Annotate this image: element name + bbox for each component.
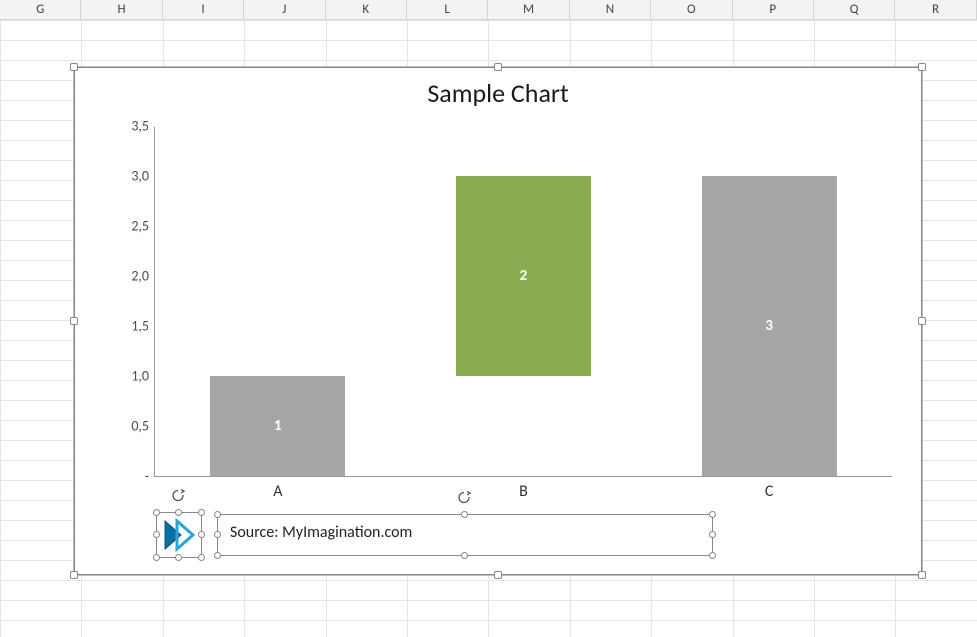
- rotate-handle[interactable]: [458, 491, 472, 505]
- y-tick-label: -: [145, 468, 149, 485]
- resize-handle-tr[interactable]: [918, 63, 926, 71]
- resize-handle[interactable]: [198, 531, 205, 538]
- resize-handle[interactable]: [214, 531, 221, 538]
- resize-handle[interactable]: [709, 531, 716, 538]
- data-label: 2: [520, 267, 528, 285]
- column-header[interactable]: K: [326, 0, 407, 19]
- resize-handle-tm[interactable]: [494, 63, 502, 71]
- x-category-label: C: [765, 482, 774, 501]
- logo-shape[interactable]: [159, 515, 199, 555]
- y-tick-label: 0,5: [131, 418, 149, 435]
- chart-object[interactable]: Sample Chart -0,51,01,52,02,53,03,51A2B3…: [73, 66, 923, 576]
- resize-handle[interactable]: [198, 509, 205, 516]
- x-category-label: A: [273, 482, 282, 501]
- y-tick-label: 1,0: [131, 368, 149, 385]
- resize-handle[interactable]: [175, 554, 182, 561]
- rotate-handle[interactable]: [172, 489, 186, 503]
- column-header[interactable]: R: [895, 0, 976, 19]
- resize-handle-bl[interactable]: [70, 571, 78, 579]
- column-header[interactable]: J: [244, 0, 325, 19]
- column-header[interactable]: O: [651, 0, 732, 19]
- column-header[interactable]: P: [733, 0, 814, 19]
- column-header[interactable]: M: [488, 0, 569, 19]
- resize-handle-br[interactable]: [918, 571, 926, 579]
- column-header[interactable]: Q: [814, 0, 895, 19]
- resize-handle[interactable]: [214, 552, 221, 559]
- chart-bar[interactable]: 3: [702, 176, 837, 476]
- resize-handle[interactable]: [153, 531, 160, 538]
- x-category-label: B: [519, 482, 528, 501]
- resize-handle[interactable]: [214, 511, 221, 518]
- chart-plot-area[interactable]: -0,51,01,52,02,53,03,51A2B3C: [154, 127, 892, 477]
- source-text: Source: MyImagination.com: [230, 523, 412, 542]
- resize-handle-tl[interactable]: [70, 63, 78, 71]
- resize-handle[interactable]: [709, 552, 716, 559]
- y-tick-label: 3,5: [131, 118, 149, 135]
- resize-handle[interactable]: [461, 511, 468, 518]
- y-tick-label: 2,5: [131, 218, 149, 235]
- column-headers[interactable]: GHIJKLMNOPQR: [0, 0, 977, 20]
- column-header[interactable]: L: [407, 0, 488, 19]
- resize-handle[interactable]: [198, 554, 205, 561]
- resize-handle-mr[interactable]: [918, 317, 926, 325]
- data-label: 3: [765, 317, 773, 335]
- resize-handle[interactable]: [175, 509, 182, 516]
- resize-handle[interactable]: [153, 509, 160, 516]
- y-tick-label: 3,0: [131, 168, 149, 185]
- resize-handle[interactable]: [153, 554, 160, 561]
- resize-handle-bm[interactable]: [494, 571, 502, 579]
- resize-handle-ml[interactable]: [70, 317, 78, 325]
- arrow-shape-icon: [159, 515, 199, 555]
- chart-bar[interactable]: 1: [210, 376, 345, 476]
- column-header[interactable]: I: [163, 0, 244, 19]
- spreadsheet-grid[interactable]: GHIJKLMNOPQR Sample Chart -0,51,01,52,02…: [0, 0, 977, 637]
- chart-bar[interactable]: 2: [456, 176, 591, 376]
- y-tick-label: 2,0: [131, 268, 149, 285]
- y-tick-label: 1,5: [131, 318, 149, 335]
- column-header[interactable]: N: [570, 0, 651, 19]
- column-header[interactable]: G: [0, 0, 81, 19]
- data-label: 1: [274, 417, 282, 435]
- source-textbox[interactable]: Source: MyImagination.com: [220, 517, 710, 553]
- resize-handle[interactable]: [709, 511, 716, 518]
- column-header[interactable]: H: [81, 0, 162, 19]
- chart-title[interactable]: Sample Chart: [74, 77, 922, 109]
- resize-handle[interactable]: [461, 552, 468, 559]
